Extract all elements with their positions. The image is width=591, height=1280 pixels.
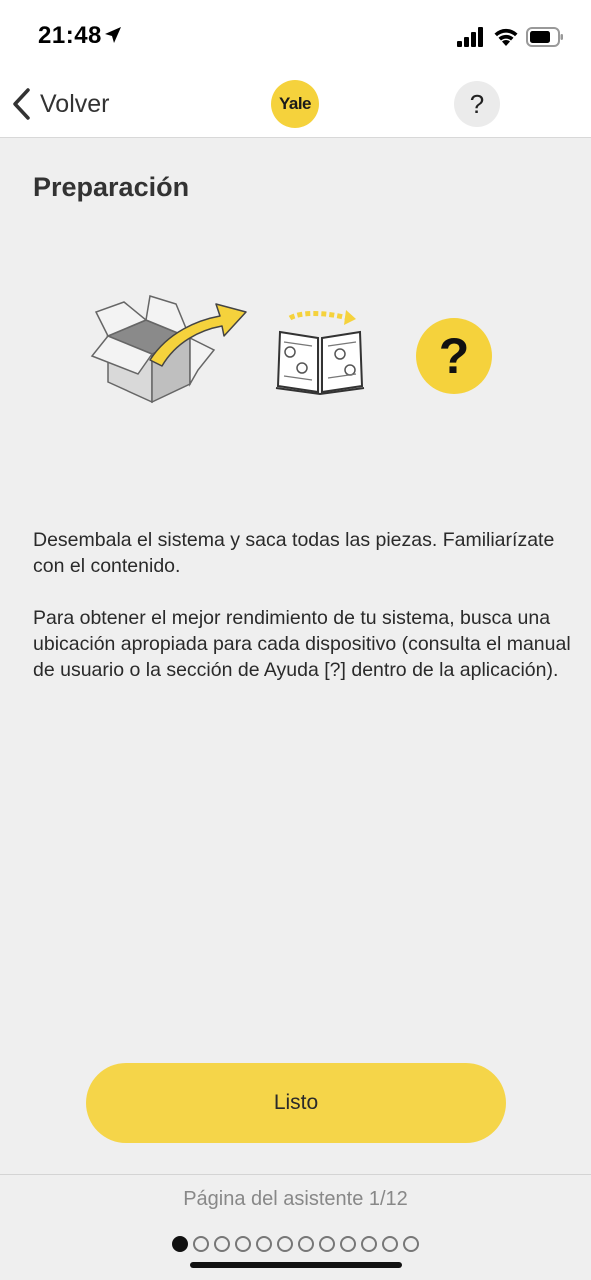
preparation-illustration: ? bbox=[0, 280, 591, 430]
location-arrow-icon bbox=[105, 27, 121, 43]
open-box-icon bbox=[90, 295, 247, 404]
done-button[interactable]: Listo bbox=[86, 1063, 506, 1143]
page-dot bbox=[403, 1236, 419, 1252]
footer-divider bbox=[0, 1174, 591, 1175]
page-dot bbox=[361, 1236, 377, 1252]
cellular-signal-icon bbox=[457, 27, 483, 47]
page-dot bbox=[172, 1236, 188, 1252]
wifi-icon bbox=[494, 28, 518, 46]
yale-logo: Yale bbox=[271, 80, 319, 128]
question-mark-icon: ? bbox=[416, 318, 492, 394]
user-manual-icon bbox=[275, 310, 365, 396]
battery-icon bbox=[526, 27, 563, 47]
status-time: 21:48 bbox=[38, 22, 102, 49]
help-button[interactable]: ? bbox=[454, 81, 500, 127]
page-dot bbox=[193, 1236, 209, 1252]
page-dot bbox=[298, 1236, 314, 1252]
page-title: Preparación bbox=[33, 172, 190, 202]
page-dots bbox=[172, 1236, 419, 1252]
instruction-paragraph-placement: Para obtener el mejor rendimiento de tu … bbox=[33, 607, 571, 681]
back-label: Volver bbox=[40, 89, 110, 118]
chevron-left-icon bbox=[13, 88, 30, 120]
wizard-page-indicator: Página del asistente 1/12 bbox=[183, 1188, 408, 1210]
status-bar: 21:48 bbox=[0, 0, 591, 72]
instruction-paragraph-unpack: Desembala el sistema y saca todas las pi… bbox=[33, 529, 555, 577]
page-dot bbox=[340, 1236, 356, 1252]
page-dot bbox=[382, 1236, 398, 1252]
page-dot bbox=[235, 1236, 251, 1252]
navigation-bar: Volver Yale ? bbox=[0, 72, 591, 138]
page-dot bbox=[277, 1236, 293, 1252]
page-dot bbox=[319, 1236, 335, 1252]
back-button[interactable]: Volver bbox=[10, 84, 109, 124]
home-indicator[interactable] bbox=[190, 1262, 402, 1268]
page-dot bbox=[256, 1236, 272, 1252]
page-dot bbox=[214, 1236, 230, 1252]
instructions: Desembala el sistema y saca todas las pi… bbox=[33, 527, 573, 709]
